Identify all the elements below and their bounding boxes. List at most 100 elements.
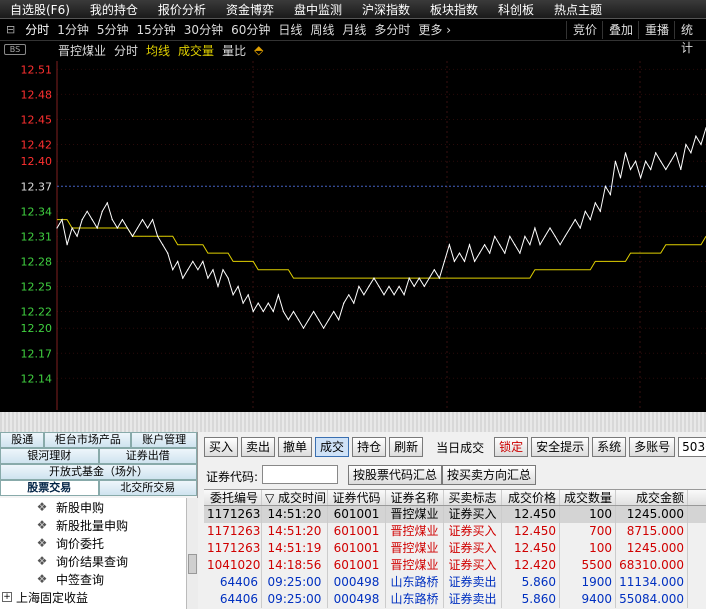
tree-item-label: 中签查询 bbox=[56, 572, 105, 587]
table-row[interactable]: 1041020 14:18:56 601001 晋控煤业 证券买入 12.420 5500 6… bbox=[204, 557, 706, 574]
price-point bbox=[499, 244, 501, 246]
col-amount[interactable]: 成交金额 bbox=[616, 490, 688, 505]
nav-watchlist[interactable]: 自选股(F6) bbox=[0, 1, 80, 18]
replay-button[interactable]: 重播 bbox=[638, 21, 675, 39]
volume-ratio-label[interactable]: 量比 bbox=[218, 42, 250, 59]
nav-holdings[interactable]: 我的持仓 bbox=[80, 1, 148, 18]
tree-item-sh-fixed-income[interactable]: + 上海固定收益 bbox=[0, 588, 186, 606]
col-code[interactable]: 证券代码 bbox=[328, 490, 386, 505]
avg-line-label[interactable]: 均线 bbox=[142, 42, 174, 59]
tab-securities-lending[interactable]: 证券出借 bbox=[98, 448, 197, 464]
positions-button[interactable]: 持仓 bbox=[352, 437, 387, 457]
statistics-button[interactable]: 统计 bbox=[674, 21, 706, 55]
nav-capital-game[interactable]: 资金博弈 bbox=[216, 1, 284, 18]
table-cell: 晋控煤业 bbox=[386, 557, 444, 574]
tab-daily[interactable]: 日线 bbox=[274, 21, 306, 38]
table-body: 1171263 14:51:20 601001 晋控煤业 证券买入 12.450 100 12… bbox=[204, 506, 706, 608]
price-point bbox=[438, 277, 440, 279]
tab-monthly[interactable]: 月线 bbox=[338, 21, 370, 38]
cancel-order-button[interactable]: 撤单 bbox=[278, 437, 313, 457]
filled-button[interactable]: 成交 bbox=[315, 437, 350, 457]
nav-hot-topics[interactable]: 热点主题 bbox=[544, 1, 612, 18]
table-cell: 14:51:19 bbox=[262, 540, 328, 557]
tab-account-mgmt[interactable]: 账户管理 bbox=[131, 432, 197, 448]
tab-weekly[interactable]: 周线 bbox=[306, 21, 338, 38]
price-point bbox=[86, 210, 88, 212]
multi-account-button[interactable]: 多账号 bbox=[629, 437, 676, 457]
table-row[interactable]: 64406 09:25:00 000498 山东路桥 证券卖出 5.860 9400 5508… bbox=[204, 591, 706, 608]
safety-tips-button[interactable]: 安全提示 bbox=[531, 437, 590, 457]
sell-button[interactable]: 卖出 bbox=[241, 437, 276, 457]
price-point bbox=[383, 294, 385, 296]
tab-30min[interactable]: 30分钟 bbox=[180, 21, 227, 38]
tab-1min[interactable]: 1分钟 bbox=[53, 21, 93, 38]
tree-item-ipo-batch[interactable]: ❖ 新股批量申购 bbox=[0, 516, 186, 534]
table-row[interactable]: 1171263 14:51:20 601001 晋控煤业 证券买入 12.450 700 87… bbox=[204, 523, 706, 540]
auction-button[interactable]: 竞价 bbox=[566, 21, 603, 39]
tree-item-ipo-subscribe[interactable]: ❖ 新股申购 bbox=[0, 498, 186, 516]
y-tick-label: 12.51 bbox=[21, 63, 53, 76]
summarize-by-direction-button[interactable]: 按买卖方向汇总 bbox=[442, 465, 537, 485]
price-point bbox=[358, 285, 360, 287]
timeframe-bar: ⊟ 分时 1分钟 5分钟 15分钟 30分钟 60分钟 日线 周线 月线 多分时… bbox=[0, 19, 706, 55]
buy-button[interactable]: 买入 bbox=[204, 437, 239, 457]
tab-5min[interactable]: 5分钟 bbox=[93, 21, 133, 38]
system-button[interactable]: 系统 bbox=[592, 437, 627, 457]
expand-plus-icon[interactable]: + bbox=[2, 592, 12, 602]
col-fill-time[interactable]: ▽ 成交时间 bbox=[262, 490, 328, 505]
tab-60min[interactable]: 60分钟 bbox=[227, 21, 274, 38]
settings-icon[interactable]: ⊟ bbox=[0, 23, 21, 36]
tree-item-inquiry-result[interactable]: ❖ 询价结果查询 bbox=[0, 552, 186, 570]
price-point bbox=[56, 227, 58, 229]
tree-item-lottery-query[interactable]: ❖ 中签查询 bbox=[0, 570, 186, 588]
expand-arrow-icon[interactable]: ⬘ bbox=[250, 43, 267, 57]
col-qty[interactable]: 成交数量 bbox=[560, 490, 616, 505]
tab-hk-connect[interactable]: 股通 bbox=[0, 432, 45, 448]
overlay-button[interactable]: 叠加 bbox=[602, 21, 639, 39]
security-code-input[interactable] bbox=[262, 465, 338, 484]
intraday-chart: 12.51 12.48 12.45 12.42 12.40 12.37 12.34 12.31… bbox=[21, 61, 706, 410]
nav-monitor[interactable]: 盘中监测 bbox=[284, 1, 352, 18]
tab-open-fund[interactable]: 开放式基金（场外） bbox=[0, 464, 197, 480]
price-point bbox=[313, 310, 315, 313]
col-side[interactable]: 买卖标志 bbox=[444, 490, 502, 505]
tab-15min[interactable]: 15分钟 bbox=[133, 21, 180, 38]
table-cell: 5500 bbox=[560, 557, 616, 574]
tree-item-inquiry-order[interactable]: ❖ 询价委托 bbox=[0, 534, 186, 552]
price-point bbox=[640, 177, 642, 179]
price-point bbox=[318, 319, 320, 321]
tab-multi-intraday[interactable]: 多分时 bbox=[370, 21, 414, 38]
table-cell: 1041020 bbox=[204, 557, 262, 574]
nav-index[interactable]: 沪深指数 bbox=[352, 1, 420, 18]
tree-scrollbar[interactable] bbox=[186, 498, 198, 609]
table-row[interactable]: 1171263 14:51:20 601001 晋控煤业 证券买入 12.450 100 12… bbox=[204, 506, 706, 523]
col-name[interactable]: 证券名称 bbox=[386, 490, 444, 505]
volume-label[interactable]: 成交量 bbox=[174, 42, 218, 59]
tab-more[interactable]: 更多 › bbox=[414, 21, 455, 38]
summarize-by-code-button[interactable]: 按股票代码汇总 bbox=[348, 465, 443, 485]
diamond-icon: ❖ bbox=[36, 572, 48, 586]
tab-intraday[interactable]: 分时 bbox=[21, 21, 53, 38]
nav-sector-index[interactable]: 板块指数 bbox=[420, 1, 488, 18]
lock-button[interactable]: 锁定 bbox=[494, 437, 529, 457]
price-point bbox=[408, 277, 410, 279]
tree-item-label: 询价结果查询 bbox=[56, 554, 129, 569]
tab-bse-trading[interactable]: 北交所交易 bbox=[98, 480, 197, 496]
refresh-button[interactable]: 刷新 bbox=[389, 437, 424, 457]
table-row[interactable]: 1171263 14:51:19 601001 晋控煤业 证券买入 12.450 100 12… bbox=[204, 540, 706, 557]
tab-otc-products[interactable]: 柜台市场产品 bbox=[44, 432, 132, 448]
tab-stock-trading[interactable]: 股票交易 bbox=[0, 480, 99, 496]
price-point bbox=[433, 269, 435, 271]
average-price-line bbox=[57, 219, 706, 279]
nav-star-market[interactable]: 科创板 bbox=[488, 1, 544, 18]
account-selector[interactable]: 5030 bbox=[678, 437, 706, 457]
nav-quote-analysis[interactable]: 报价分析 bbox=[148, 1, 216, 18]
price-point bbox=[609, 194, 612, 196]
col-order-no[interactable]: 委托编号 bbox=[204, 490, 262, 505]
tab-galaxy-finance[interactable]: 银河理财 bbox=[0, 448, 99, 464]
price-point bbox=[338, 319, 340, 321]
panel-splitter[interactable] bbox=[0, 412, 706, 432]
scrollbar-thumb[interactable] bbox=[188, 554, 197, 574]
col-price[interactable]: 成交价格 bbox=[502, 490, 560, 505]
table-row[interactable]: 64406 09:25:00 000498 山东路桥 证券卖出 5.860 1900 1113… bbox=[204, 574, 706, 591]
